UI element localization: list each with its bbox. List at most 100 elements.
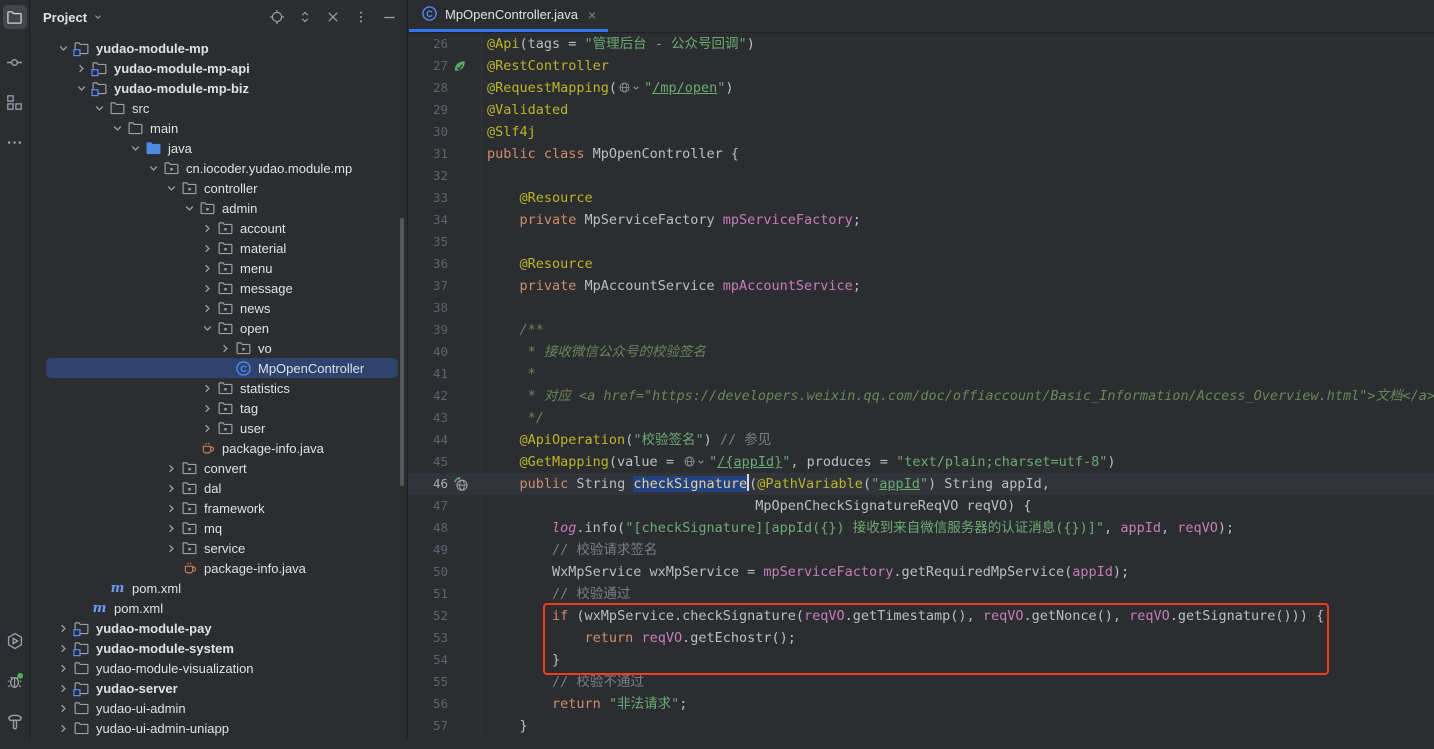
chevron-right-icon[interactable] [198,380,216,396]
url-mapping-icon[interactable] [448,473,481,495]
chevron-right-icon[interactable] [198,240,216,256]
code-line-34[interactable]: 34 private MpServiceFactory mpServiceFac… [408,209,1434,231]
chevron-down-icon[interactable] [108,120,126,136]
tree-item-yudao-ui-admin-uniapp[interactable]: yudao-ui-admin-uniapp [30,718,407,738]
tree-item-admin[interactable]: admin [30,198,407,218]
tree-item-yudao-module-visualization[interactable]: yudao-module-visualization [30,658,407,678]
chevron-down-icon[interactable] [54,40,72,56]
code-line-44[interactable]: 44 @ApiOperation("校验签名") // 参见 [408,429,1434,451]
tree-item-service[interactable]: service [30,538,407,558]
tree-item-yudao-module-system[interactable]: yudao-module-system [30,638,407,658]
chevron-down-icon[interactable] [198,320,216,336]
more-tools-icon[interactable] [3,130,27,154]
chevron-right-icon[interactable] [54,660,72,676]
code-line-32[interactable]: 32 [408,165,1434,187]
chevron-right-icon[interactable] [162,520,180,536]
tree-item-yudao-module-mp-api[interactable]: yudao-module-mp-api [30,58,407,78]
structure-icon[interactable] [3,90,27,114]
editor-tab-mpopencontroller[interactable]: C MpOpenController.java × [409,0,608,32]
tree-item-src[interactable]: src [30,98,407,118]
chevron-down-icon[interactable] [90,100,108,116]
code-line-37[interactable]: 37 private MpAccountService mpAccountSer… [408,275,1434,297]
problems-icon[interactable] [3,669,27,693]
tree-item-convert[interactable]: convert [30,458,407,478]
chevron-right-icon[interactable] [198,400,216,416]
tree-item-message[interactable]: message [30,278,407,298]
code-line-43[interactable]: 43 */ [408,407,1434,429]
tree-item-package-info-java[interactable]: package-info.java [30,438,407,458]
code-line-30[interactable]: 30@Slf4j [408,121,1434,143]
code-line-54[interactable]: 54 } [408,649,1434,671]
code-line-41[interactable]: 41 * [408,363,1434,385]
tree-item-news[interactable]: news [30,298,407,318]
tree-item-pom-xml[interactable]: mpom.xml [30,578,407,598]
chevron-down-icon[interactable] [162,180,180,196]
tree-item-package-info-java[interactable]: package-info.java [30,558,407,578]
tree-item-tag[interactable]: tag [30,398,407,418]
chevron-right-icon[interactable] [198,300,216,316]
more-options-icon[interactable] [353,9,369,25]
code-line-39[interactable]: 39 /** [408,319,1434,341]
services-icon[interactable] [3,629,27,653]
hide-panel-icon[interactable] [381,9,397,25]
tree-item-dal[interactable]: dal [30,478,407,498]
tree-item-yudao-module-pay[interactable]: yudao-module-pay [30,618,407,638]
tree-item-yudao-server[interactable]: yudao-server [30,678,407,698]
spring-bean-icon[interactable] [448,55,481,77]
code-line-52[interactable]: 52 if (wxMpService.checkSignature(reqVO.… [408,605,1434,627]
code-line-28[interactable]: 28@RequestMapping("/mp/open") [408,77,1434,99]
url-inlay-icon[interactable] [683,455,705,468]
tree-item-user[interactable]: user [30,418,407,438]
chevron-right-icon[interactable] [72,60,90,76]
code-line-35[interactable]: 35 [408,231,1434,253]
code-line-48[interactable]: 48 log.info("[checkSignature][appId({}) … [408,517,1434,539]
chevron-right-icon[interactable] [54,720,72,736]
tree-item-material[interactable]: material [30,238,407,258]
code-line-45[interactable]: 45 @GetMapping(value = "/{appId}", produ… [408,451,1434,473]
chevron-right-icon[interactable] [162,460,180,476]
chevron-right-icon[interactable] [54,680,72,696]
tree-item-pom-xml[interactable]: mpom.xml [30,598,407,618]
tree-item-cn-iocoder-yudao-module-mp[interactable]: cn.iocoder.yudao.module.mp [30,158,407,178]
code-line-57[interactable]: 57 } [408,715,1434,737]
chevron-right-icon[interactable] [198,220,216,236]
chevron-right-icon[interactable] [162,480,180,496]
chevron-down-icon[interactable] [72,80,90,96]
code-line-42[interactable]: 42 * 对应 <a href="https://developers.weix… [408,385,1434,407]
code-line-36[interactable]: 36 @Resource [408,253,1434,275]
code-line-40[interactable]: 40 * 接收微信公众号的校验签名 [408,341,1434,363]
chevron-right-icon[interactable] [198,260,216,276]
tree-item-main[interactable]: main [30,118,407,138]
code-line-56[interactable]: 56 return "非法请求"; [408,693,1434,715]
code-line-49[interactable]: 49 // 校验请求签名 [408,539,1434,561]
tree-item-vo[interactable]: vo [30,338,407,358]
chevron-down-icon[interactable] [126,140,144,156]
close-icon[interactable]: × [588,8,596,22]
code-line-29[interactable]: 29@Validated [408,99,1434,121]
chevron-down-icon[interactable] [180,200,198,216]
chevron-right-icon[interactable] [198,280,216,296]
tree-item-menu[interactable]: menu [30,258,407,278]
code-line-27[interactable]: 27@RestController [408,55,1434,77]
code-line-38[interactable]: 38 [408,297,1434,319]
chevron-right-icon[interactable] [162,540,180,556]
tree-item-yudao-module-mp-biz[interactable]: yudao-module-mp-biz [30,78,407,98]
commit-icon[interactable] [3,50,27,74]
project-icon[interactable] [3,5,27,29]
tree-item-controller[interactable]: controller [30,178,407,198]
chevron-down-icon[interactable] [144,160,162,176]
tree-item-account[interactable]: account [30,218,407,238]
code-line-51[interactable]: 51 // 校验通过 [408,583,1434,605]
chevron-right-icon[interactable] [54,700,72,716]
chevron-right-icon[interactable] [54,620,72,636]
tree-item-open[interactable]: open [30,318,407,338]
expand-icon[interactable] [297,9,313,25]
chevron-right-icon[interactable] [198,420,216,436]
url-inlay-icon[interactable] [618,81,640,94]
tree-item-yudao-module-mp[interactable]: yudao-module-mp [30,38,407,58]
collapse-all-icon[interactable] [325,9,341,25]
chevron-right-icon[interactable] [54,640,72,656]
chevron-down-icon[interactable] [92,11,104,23]
code-line-31[interactable]: 31public class MpOpenController { [408,143,1434,165]
build-icon[interactable] [3,709,27,733]
